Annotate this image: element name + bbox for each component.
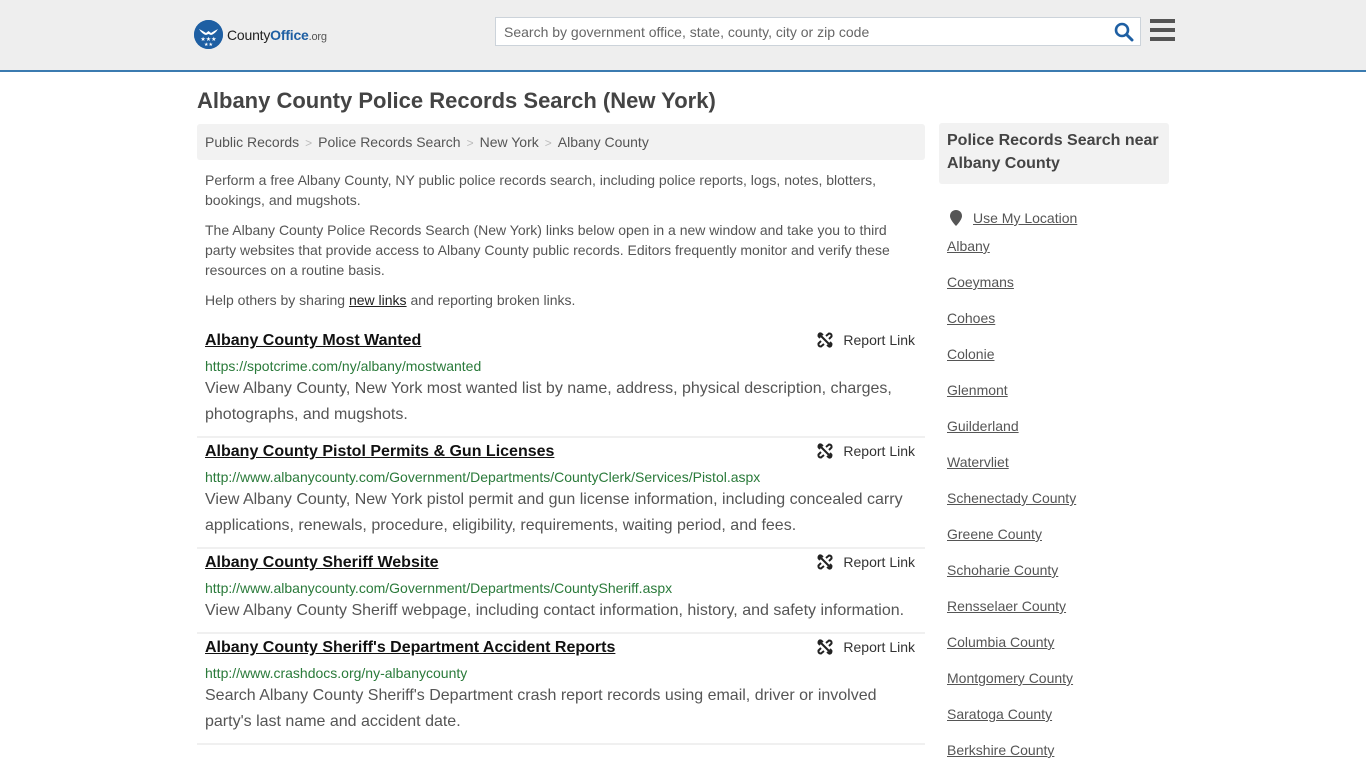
broken-link-icon: [817, 554, 833, 570]
breadcrumb-new-york[interactable]: New York: [480, 134, 539, 150]
nearby-link-watervliet[interactable]: Watervliet: [947, 454, 1009, 470]
nearby-item: Schenectady County: [947, 488, 1169, 524]
report-link-button[interactable]: Report Link: [817, 443, 915, 459]
breadcrumb-separator: >: [305, 136, 313, 150]
map-pin-icon: [950, 210, 962, 226]
result-item: Albany County Sheriff's Department Accid…: [197, 634, 925, 745]
nearby-link-colonie[interactable]: Colonie: [947, 346, 994, 362]
nearby-item: Glenmont: [947, 380, 1169, 416]
result-description: Search Albany County Sheriff's Departmen…: [205, 687, 877, 730]
breadcrumb-police-records-search[interactable]: Police Records Search: [318, 134, 460, 150]
nearby-link-montgomery-county[interactable]: Montgomery County: [947, 670, 1073, 686]
result-item: Albany County Most Wanted Report Link ht…: [197, 327, 925, 438]
nearby-item: Guilderland: [947, 416, 1169, 452]
report-link-label: Report Link: [843, 639, 915, 655]
nearby-item: Colonie: [947, 344, 1169, 380]
result-description: View Albany County Sheriff webpage, incl…: [205, 602, 905, 619]
nearby-link-schenectady-county[interactable]: Schenectady County: [947, 490, 1076, 506]
new-links-link[interactable]: new links: [349, 292, 407, 308]
page-title: Albany County Police Records Search (New…: [197, 88, 716, 113]
broken-link-icon: [817, 443, 833, 459]
nearby-item: Saratoga County: [947, 704, 1169, 740]
nearby-link-guilderland[interactable]: Guilderland: [947, 418, 1019, 434]
site-header: ★★★ ★★ CountyOffice.org: [0, 0, 1366, 72]
nearby-item: Coeymans: [947, 272, 1169, 308]
site-logo[interactable]: ★★★ ★★ CountyOffice.org: [194, 20, 327, 49]
nearby-item: Columbia County: [947, 632, 1169, 668]
logo-wordmark: CountyOffice.org: [227, 27, 327, 43]
intro-paragraph-3: Help others by sharing new links and rep…: [205, 290, 915, 310]
nearby-item: Albany: [947, 236, 1169, 272]
result-title-link[interactable]: Albany County Most Wanted: [205, 330, 421, 352]
use-my-location-link[interactable]: Use My Location: [973, 208, 1077, 228]
nearby-item: Berkshire County: [947, 740, 1169, 776]
report-link-button[interactable]: Report Link: [817, 332, 915, 348]
report-link-label: Report Link: [843, 443, 915, 459]
menu-bar: [1150, 28, 1175, 32]
intro-p3-text: and reporting broken links.: [406, 292, 576, 308]
breadcrumb-public-records[interactable]: Public Records: [205, 134, 299, 150]
breadcrumb: Public Records > Police Records Search > New…: [197, 124, 925, 160]
report-link-label: Report Link: [843, 332, 915, 348]
nearby-item: Watervliet: [947, 452, 1169, 488]
results-list: Albany County Most Wanted Report Link ht…: [197, 327, 925, 745]
search-input[interactable]: [496, 18, 1106, 45]
breadcrumb-albany-county[interactable]: Albany County: [558, 134, 649, 150]
logo-county: County: [227, 26, 271, 43]
nearby-link-columbia-county[interactable]: Columbia County: [947, 634, 1054, 650]
nearby-item: Greene County: [947, 524, 1169, 560]
broken-link-icon: [817, 639, 833, 655]
hamburger-menu-icon[interactable]: [1150, 19, 1175, 41]
intro-text: Perform a free Albany County, NY public …: [205, 170, 915, 320]
intro-paragraph-2: The Albany County Police Records Search …: [205, 222, 890, 278]
nearby-list: Use My Location Albany Coeymans Cohoes C…: [947, 200, 1169, 776]
result-url: http://www.crashdocs.org/ny-albanycounty: [205, 665, 468, 681]
nearby-link-greene-county[interactable]: Greene County: [947, 526, 1042, 542]
result-item: Albany County Pistol Permits & Gun Licen…: [197, 438, 925, 549]
result-url: http://www.albanycounty.com/Government/D…: [205, 580, 673, 596]
nearby-link-cohoes[interactable]: Cohoes: [947, 310, 995, 326]
intro-paragraph-1: Perform a free Albany County, NY public …: [205, 172, 877, 208]
nearby-item: Rensselaer County: [947, 596, 1169, 632]
nearby-item: Montgomery County: [947, 668, 1169, 704]
result-url: http://www.albanycounty.com/Government/D…: [205, 469, 761, 485]
nearby-link-schoharie-county[interactable]: Schoharie County: [947, 562, 1058, 578]
nearby-link-rensselaer-county[interactable]: Rensselaer County: [947, 598, 1066, 614]
nearby-item: Schoharie County: [947, 560, 1169, 596]
search-button[interactable]: [1114, 22, 1134, 42]
svg-text:★★: ★★: [204, 42, 213, 48]
use-my-location: Use My Location: [947, 200, 1169, 236]
intro-p3-text: Help others by sharing: [205, 292, 349, 308]
sidebar-heading: Police Records Search near Albany County: [939, 123, 1169, 184]
nearby-item: Cohoes: [947, 308, 1169, 344]
report-link-button[interactable]: Report Link: [817, 639, 915, 655]
breadcrumb-separator: >: [544, 136, 552, 150]
nearby-link-albany[interactable]: Albany: [947, 238, 990, 254]
breadcrumb-separator: >: [466, 136, 474, 150]
report-link-label: Report Link: [843, 554, 915, 570]
result-title-link[interactable]: Albany County Pistol Permits & Gun Licen…: [205, 441, 554, 463]
result-item: Albany County Sheriff Website Report Lin…: [197, 549, 925, 634]
nearby-link-coeymans[interactable]: Coeymans: [947, 274, 1014, 290]
report-link-button[interactable]: Report Link: [817, 554, 915, 570]
search-icon: [1114, 22, 1134, 42]
nearby-link-berkshire-county[interactable]: Berkshire County: [947, 742, 1054, 758]
eagle-stars-icon: ★★★ ★★: [194, 20, 223, 49]
search-bar: [495, 17, 1141, 46]
broken-link-icon: [817, 332, 833, 348]
menu-bar: [1150, 37, 1175, 41]
nearby-link-glenmont[interactable]: Glenmont: [947, 382, 1008, 398]
logo-suffix: .org: [308, 30, 327, 43]
logo-office: Office: [270, 26, 309, 43]
result-description: View Albany County, New York most wanted…: [205, 380, 892, 423]
nearby-link-saratoga-county[interactable]: Saratoga County: [947, 706, 1052, 722]
result-description: View Albany County, New York pistol perm…: [205, 491, 903, 534]
result-title-link[interactable]: Albany County Sheriff's Department Accid…: [205, 637, 615, 659]
menu-bar: [1150, 19, 1175, 23]
result-url: https://spotcrime.com/ny/albany/mostwant…: [205, 358, 482, 374]
result-title-link[interactable]: Albany County Sheriff Website: [205, 552, 439, 574]
